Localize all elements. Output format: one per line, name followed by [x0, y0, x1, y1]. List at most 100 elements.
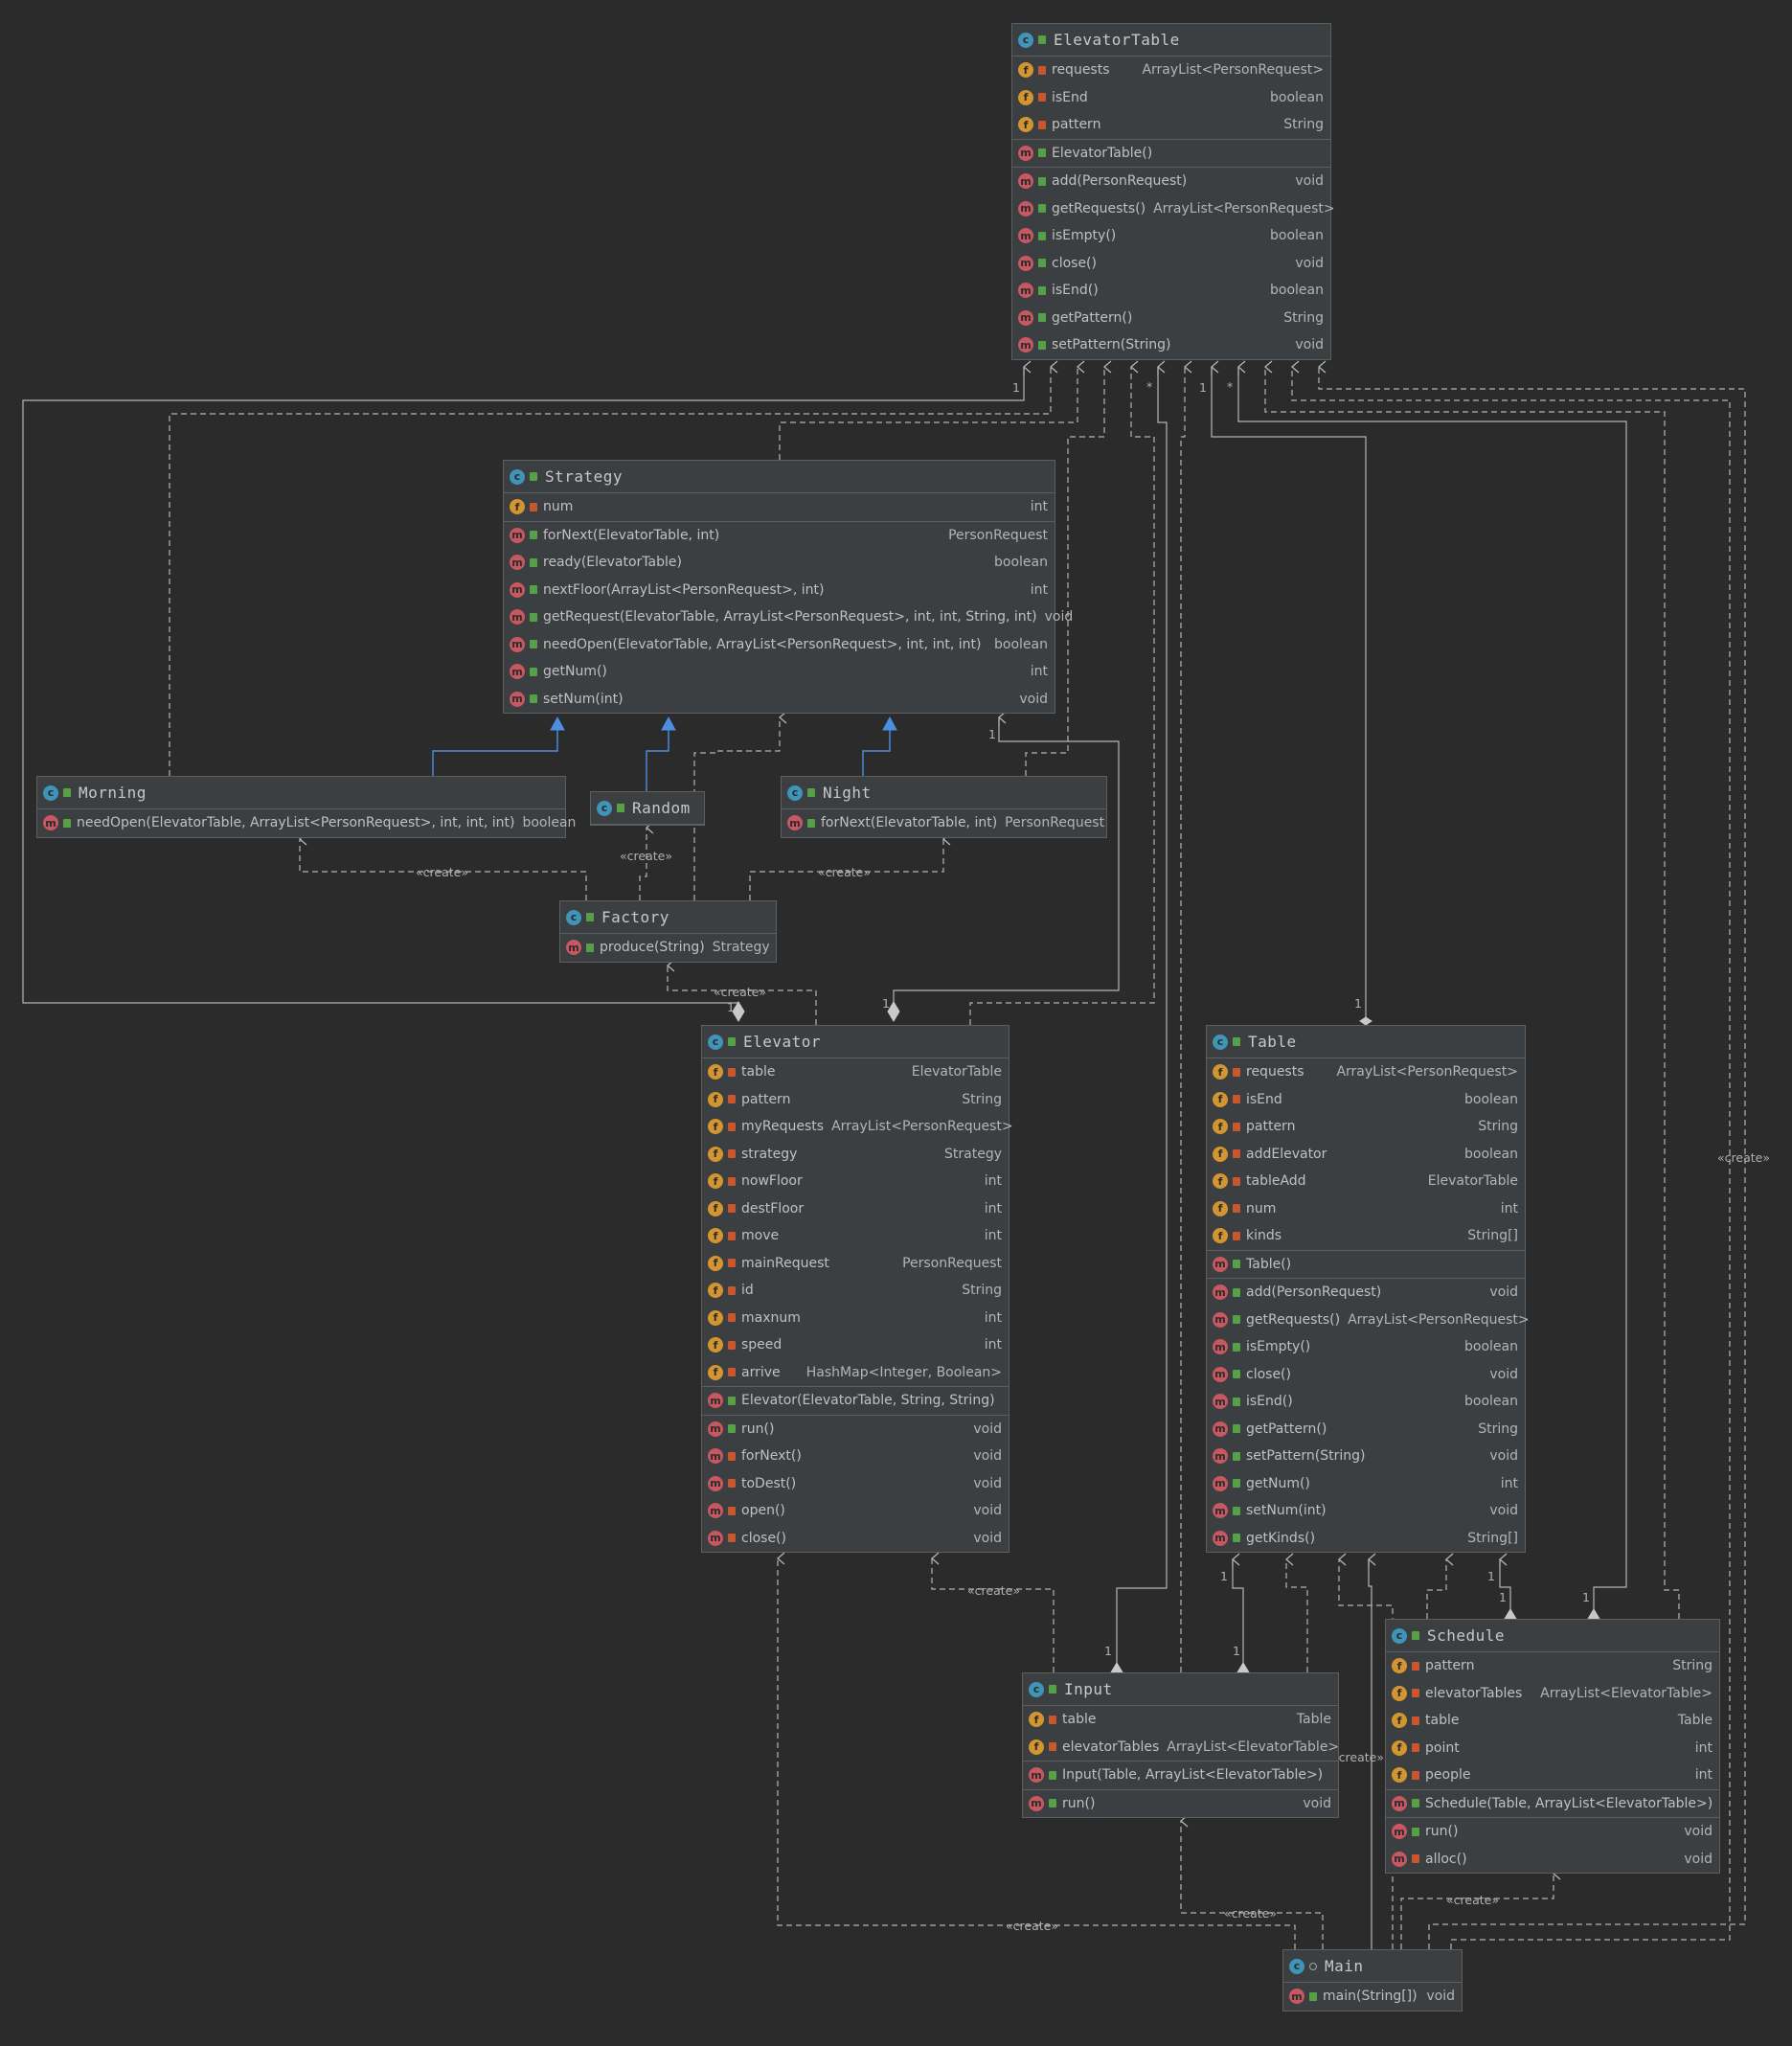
method-row[interactable]: m forNext() void: [702, 1443, 1009, 1470]
method-row[interactable]: m ElevatorTable(): [1012, 140, 1330, 168]
field-row[interactable]: f isEnd boolean: [1207, 1086, 1525, 1114]
method-row[interactable]: m setPattern(String) void: [1012, 331, 1330, 359]
public-icon: [1233, 1370, 1240, 1379]
class-factory[interactable]: c Factory m produce(String) Strategy: [559, 900, 777, 963]
field-row[interactable]: f strategy Strategy: [702, 1141, 1009, 1169]
method-row[interactable]: m add(PersonRequest) void: [1207, 1279, 1525, 1307]
method-row[interactable]: m close() void: [1012, 250, 1330, 278]
method-row[interactable]: m getRequests() ArrayList<PersonRequest>: [1207, 1307, 1530, 1334]
method-row[interactable]: m Elevator(ElevatorTable, String, String): [702, 1387, 1009, 1415]
method-row[interactable]: m toDest() void: [702, 1470, 1009, 1498]
field-row[interactable]: f elevatorTables ArrayList<ElevatorTable>: [1386, 1680, 1719, 1708]
field-row[interactable]: f kinds String[]: [1207, 1222, 1525, 1250]
method-icon: m: [1213, 1503, 1228, 1519]
field-icon: f: [1018, 117, 1033, 133]
field-row[interactable]: f point int: [1386, 1735, 1719, 1762]
field-row[interactable]: f nowFloor int: [702, 1168, 1009, 1195]
class-schedule[interactable]: c Schedule f pattern String f elevatorTables Ar…: [1385, 1619, 1720, 1874]
method-row[interactable]: m run() void: [702, 1416, 1009, 1444]
field-row[interactable]: f requests ArrayList<PersonRequest>: [1207, 1058, 1525, 1086]
method-row[interactable]: m isEmpty() boolean: [1207, 1333, 1525, 1361]
method-row[interactable]: m open() void: [702, 1497, 1009, 1525]
method-row[interactable]: m Table(): [1207, 1251, 1525, 1279]
field-row[interactable]: f isEnd boolean: [1012, 84, 1330, 112]
member-type: ArrayList<PersonRequest>: [1348, 1311, 1530, 1328]
field-row[interactable]: f addElevator boolean: [1207, 1141, 1525, 1169]
field-row[interactable]: f people int: [1386, 1762, 1719, 1789]
method-row[interactable]: m getRequests() ArrayList<PersonRequest>: [1012, 195, 1335, 223]
method-row[interactable]: m getRequest(ElevatorTable, ArrayList<Per…: [504, 603, 1073, 631]
method-row[interactable]: m setNum(int) void: [504, 686, 1055, 714]
methods-section: m forNext(ElevatorTable, int) PersonReques…: [504, 522, 1073, 714]
mult-label: 1: [988, 727, 996, 741]
class-night[interactable]: c Night m forNext(ElevatorTable, int) Person…: [781, 776, 1107, 838]
field-row[interactable]: f requests ArrayList<PersonRequest>: [1012, 57, 1330, 84]
field-row[interactable]: f arrive HashMap<Integer, Boolean>: [702, 1359, 1009, 1387]
field-row[interactable]: f speed int: [702, 1331, 1009, 1359]
method-row[interactable]: m isEnd() boolean: [1012, 277, 1330, 305]
field-row[interactable]: f pattern String: [1386, 1652, 1719, 1680]
method-row[interactable]: m close() void: [702, 1525, 1009, 1553]
method-row[interactable]: m produce(String) Strategy: [560, 934, 776, 962]
member-type: int: [1030, 581, 1048, 598]
method-row[interactable]: m main(String[]) void: [1283, 1983, 1462, 2011]
class-morning[interactable]: c Morning m needOpen(ElevatorTable, ArrayLi…: [36, 776, 576, 838]
method-row[interactable]: m setNum(int) void: [1207, 1497, 1525, 1525]
method-row[interactable]: m setPattern(String) void: [1207, 1443, 1525, 1470]
method-row[interactable]: m getKinds() String[]: [1207, 1525, 1525, 1553]
methods-section: m produce(String) Strategy: [560, 934, 776, 962]
method-row[interactable]: m Schedule(Table, ArrayList<ElevatorTable…: [1386, 1790, 1719, 1818]
field-row[interactable]: f pattern String: [702, 1086, 1009, 1114]
field-row[interactable]: f elevatorTables ArrayList<ElevatorTable>: [1023, 1734, 1339, 1762]
class-elevatortable[interactable]: c ElevatorTable f requests ArrayList<PersonR…: [1011, 23, 1335, 360]
member-type: int: [1030, 499, 1048, 515]
class-strategy[interactable]: c Strategy f num int m forNext(ElevatorTable, …: [503, 460, 1073, 714]
field-row[interactable]: f num int: [504, 493, 1055, 521]
class-main[interactable]: c Main m main(String[]) void: [1282, 1949, 1463, 2012]
method-row[interactable]: m isEmpty() boolean: [1012, 222, 1330, 250]
method-row[interactable]: m isEnd() boolean: [1207, 1388, 1525, 1416]
class-input[interactable]: c Input f table Table f elevatorTables ArrayLis…: [1022, 1672, 1339, 1818]
method-row[interactable]: m add(PersonRequest) void: [1012, 168, 1330, 195]
method-row[interactable]: m run() void: [1023, 1790, 1338, 1818]
field-row[interactable]: f tableAdd ElevatorTable: [1207, 1168, 1525, 1195]
public-icon: [63, 788, 71, 797]
method-icon: m: [1289, 1989, 1304, 2005]
field-row[interactable]: f maxnum int: [702, 1305, 1009, 1332]
public-icon: [530, 694, 537, 704]
field-row[interactable]: f pattern String: [1012, 111, 1330, 139]
field-row[interactable]: f pattern String: [1207, 1113, 1525, 1141]
methods-section: m needOpen(ElevatorTable, ArrayList<Perso…: [37, 809, 576, 837]
field-row[interactable]: f table Table: [1386, 1707, 1719, 1735]
method-row[interactable]: m forNext(ElevatorTable, int) PersonReques…: [782, 809, 1106, 837]
method-row[interactable]: m getPattern() String: [1012, 305, 1330, 332]
method-row[interactable]: m alloc() void: [1386, 1846, 1719, 1874]
method-row[interactable]: m forNext(ElevatorTable, int) PersonReques…: [504, 522, 1055, 550]
member-type: void: [1684, 1851, 1713, 1867]
method-icon: m: [1018, 255, 1033, 271]
field-row[interactable]: f num int: [1207, 1195, 1525, 1223]
field-row[interactable]: f table ElevatorTable: [702, 1058, 1009, 1086]
method-row[interactable]: m needOpen(ElevatorTable, ArrayList<Perso…: [37, 809, 576, 837]
field-row[interactable]: f myRequests ArrayList<PersonRequest>: [702, 1113, 1013, 1141]
method-row[interactable]: m close() void: [1207, 1361, 1525, 1389]
class-table[interactable]: c Table f requests ArrayList<PersonRequest> f…: [1206, 1025, 1530, 1553]
class-elevator[interactable]: c Elevator f table ElevatorTable f pattern Stri…: [701, 1025, 1013, 1553]
method-row[interactable]: m getNum() int: [1207, 1470, 1525, 1498]
member-name: isEnd: [1052, 89, 1088, 105]
method-row[interactable]: m needOpen(ElevatorTable, ArrayList<Perso…: [504, 631, 1055, 659]
method-row[interactable]: m ready(ElevatorTable) boolean: [504, 549, 1055, 577]
field-row[interactable]: f table Table: [1023, 1706, 1338, 1734]
method-icon: m: [1213, 1311, 1228, 1328]
method-row[interactable]: m getPattern() String: [1207, 1416, 1525, 1444]
field-row[interactable]: f destFloor int: [702, 1195, 1009, 1223]
method-row[interactable]: m Input(Table, ArrayList<ElevatorTable>): [1023, 1762, 1338, 1789]
method-row[interactable]: m run() void: [1386, 1818, 1719, 1846]
field-row[interactable]: f move int: [702, 1222, 1009, 1250]
field-row[interactable]: f mainRequest PersonRequest: [702, 1250, 1009, 1278]
field-row[interactable]: f id String: [702, 1277, 1009, 1305]
field-icon: f: [1213, 1200, 1228, 1216]
method-row[interactable]: m getNum() int: [504, 658, 1055, 686]
class-random[interactable]: c Random: [590, 791, 705, 826]
method-row[interactable]: m nextFloor(ArrayList<PersonRequest>, int…: [504, 577, 1055, 604]
